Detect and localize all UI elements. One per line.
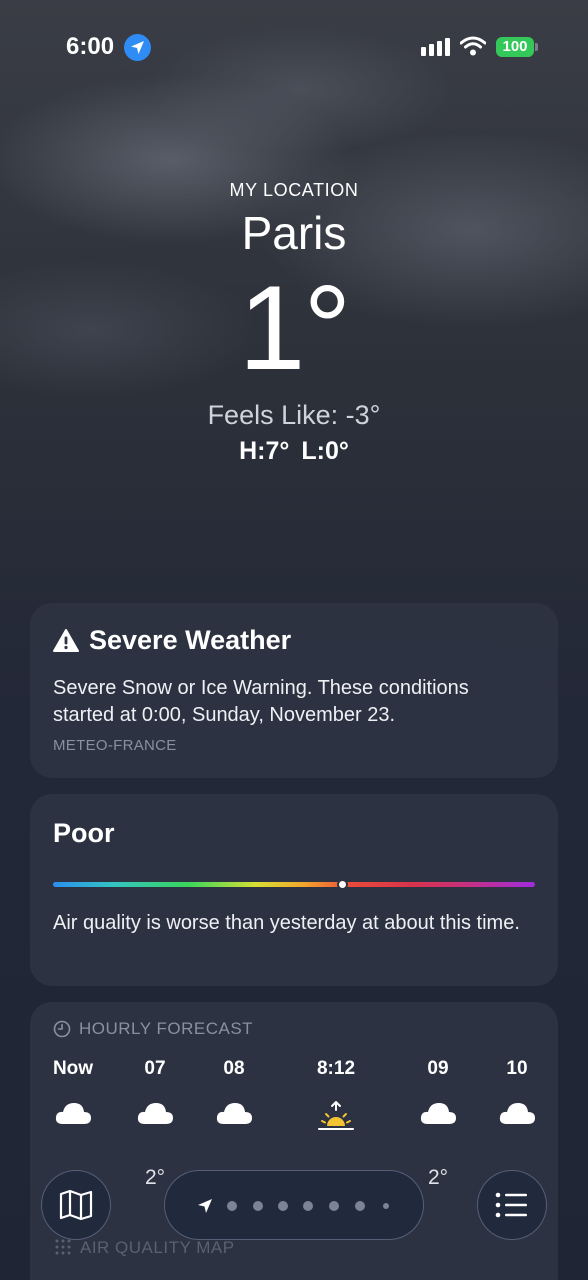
location-arrow-icon <box>124 34 151 61</box>
severe-weather-source: METEO-FRANCE <box>53 737 177 754</box>
air-quality-marker <box>337 879 349 890</box>
cellular-signal-icon <box>421 38 450 56</box>
air-quality-grid-icon <box>55 1239 71 1255</box>
hour-column: 10 <box>482 1058 552 1166</box>
severe-weather-card[interactable]: Severe Weather Severe Snow or Ice Warnin… <box>30 603 558 778</box>
air-quality-map-heading: AIR QUALITY MAP <box>54 1238 235 1258</box>
severe-weather-description: Severe Snow or Ice Warning. These condit… <box>53 677 469 726</box>
warning-triangle-icon <box>53 629 79 652</box>
hour-label: Now <box>52 1058 94 1079</box>
wifi-icon <box>460 36 486 56</box>
cloud-icon <box>403 1100 473 1134</box>
status-bar: 6:00 100 <box>0 0 588 96</box>
hourly-forecast-label: HOURLY FORECAST <box>79 1019 254 1038</box>
hour-label: 09 <box>427 1058 449 1079</box>
high-low: H:7° L:0° <box>0 437 588 466</box>
my-location-label: MY LOCATION <box>229 180 359 200</box>
air-quality-description: Air quality is worse than yesterday at a… <box>53 912 520 934</box>
current-temperature: 1° <box>238 261 352 395</box>
severe-weather-heading: Severe Weather <box>89 625 292 655</box>
clock-icon <box>53 1020 71 1038</box>
feels-like: Feels Like: -3° <box>207 400 381 430</box>
cloud-icon <box>38 1100 108 1134</box>
hour-column: 8:12 <box>301 1058 371 1166</box>
location-header: MY LOCATION Paris 1° Feels Like: -3° H:7… <box>0 180 588 466</box>
cloud-icon <box>482 1100 552 1134</box>
page-dot[interactable] <box>383 1203 389 1209</box>
map-icon <box>59 1189 93 1221</box>
page-dot[interactable] <box>278 1201 288 1211</box>
hour-label: 08 <box>223 1058 245 1079</box>
sunrise-icon <box>301 1100 371 1134</box>
hour-label: 10 <box>506 1058 528 1079</box>
hour-column: 07 2° <box>120 1058 190 1190</box>
list-icon <box>495 1192 527 1218</box>
cloud-icon <box>120 1100 190 1134</box>
hour-column: Now <box>38 1058 108 1166</box>
page-dot[interactable] <box>227 1201 237 1211</box>
locations-list-button[interactable] <box>477 1170 547 1240</box>
hour-label: 8:12 <box>316 1058 356 1079</box>
high-temp: H:7° <box>239 437 290 465</box>
air-quality-scale <box>53 879 535 890</box>
severe-weather-title: Severe Weather <box>53 625 291 656</box>
hourly-forecast-heading: HOURLY FORECAST <box>53 1019 253 1039</box>
air-quality-card[interactable]: Poor Air quality is worse than yesterday… <box>30 794 558 986</box>
low-temp: L:0° <box>301 437 349 465</box>
map-button[interactable] <box>41 1170 111 1240</box>
page-dot[interactable] <box>303 1201 313 1211</box>
status-time: 6:00 <box>66 33 115 60</box>
page-dot[interactable] <box>329 1201 339 1211</box>
battery-cap <box>535 43 538 51</box>
page-indicator[interactable] <box>164 1170 424 1240</box>
page-dot[interactable] <box>253 1201 263 1211</box>
hour-column: 09 2° <box>403 1058 473 1190</box>
air-quality-category: Poor <box>53 818 115 848</box>
location-arrow-icon <box>198 1199 212 1213</box>
air-quality-map-label: AIR QUALITY MAP <box>80 1238 235 1257</box>
battery-icon: 100 <box>496 37 534 57</box>
city-name: Paris <box>241 207 347 259</box>
page-dot[interactable] <box>355 1201 365 1211</box>
hour-column: 08 <box>199 1058 269 1166</box>
hour-label: 07 <box>144 1058 166 1079</box>
cloud-icon <box>199 1100 269 1134</box>
